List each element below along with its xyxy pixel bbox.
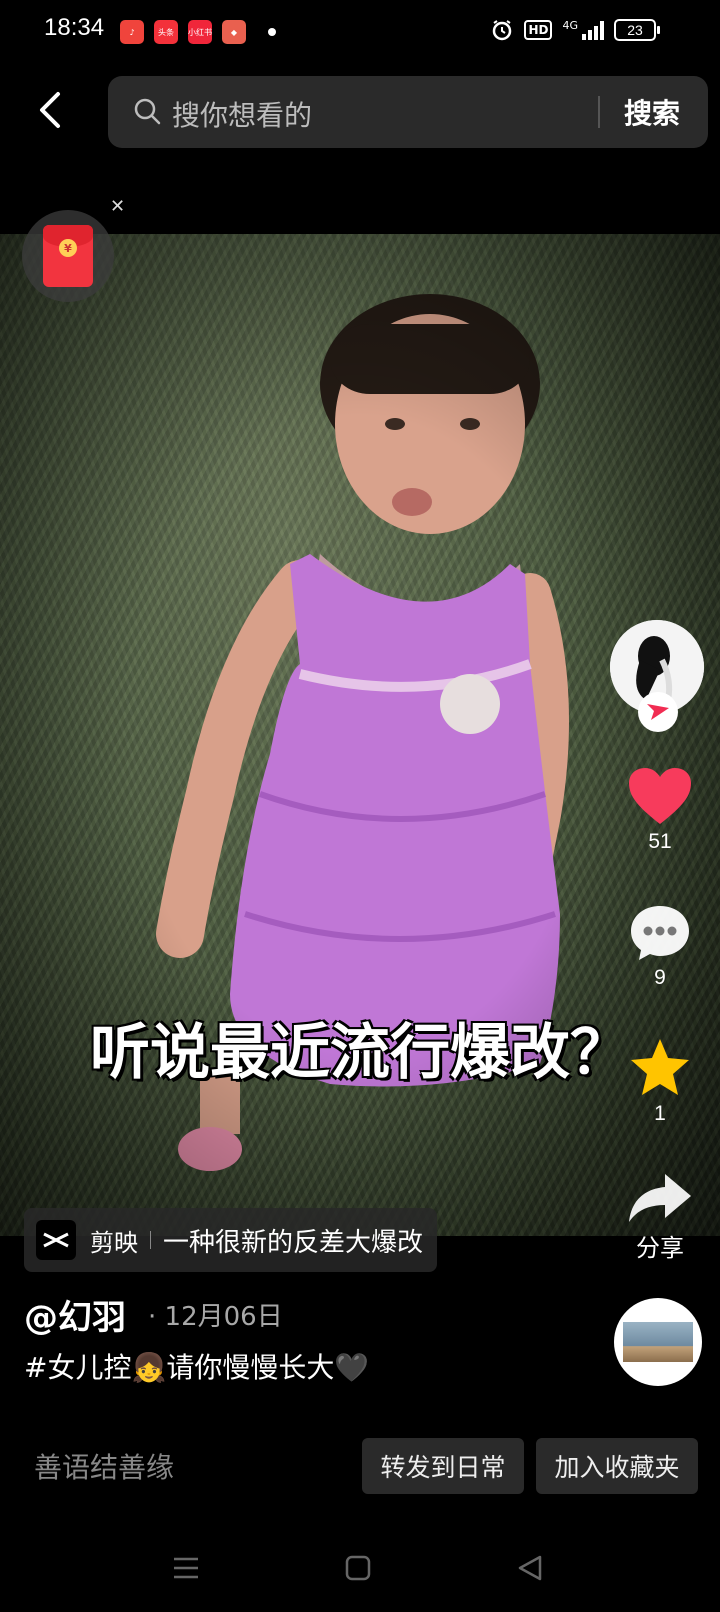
alarm-icon (493, 20, 512, 41)
collect-label: 加入收藏夹 (554, 1453, 680, 1482)
template-tag[interactable]: 剪映 一种很新的反差大爆改 (24, 1208, 438, 1272)
status-bar: 18:34 ♪ 头条 小红书 ◆ HD 4G 23 (0, 0, 720, 64)
comment-input[interactable]: 善语结善缘 (34, 1446, 174, 1486)
repost-label: 转发到日常 (380, 1453, 506, 1482)
share-label: 分享 (636, 1235, 684, 1262)
red-packet-widget[interactable]: ¥ (22, 210, 114, 302)
search-bar[interactable]: 搜你想看的 搜索 (108, 76, 708, 148)
favorite-count: 1 (654, 1102, 666, 1125)
author-name[interactable]: @幻羽 (24, 1290, 126, 1339)
menu-icon[interactable] (172, 1554, 200, 1582)
status-time: 18:34 (44, 14, 105, 41)
comment-button[interactable]: 9 (620, 902, 700, 990)
template-text: 一种很新的反差大爆改 (163, 1227, 424, 1258)
music-disc[interactable] (614, 1298, 702, 1386)
close-icon[interactable]: ✕ (110, 196, 125, 217)
video-caption: 听说最近流行爆改？ (90, 1018, 630, 1088)
battery-icon: 23 (614, 19, 660, 41)
red-envelope-icon: ¥ (43, 225, 93, 287)
search-icon (134, 98, 161, 125)
back-triangle-icon[interactable] (516, 1554, 544, 1582)
hd-badge: HD (524, 20, 553, 40)
like-button[interactable]: 51 (620, 766, 700, 854)
share-button[interactable]: 分享 (620, 1170, 700, 1263)
toutiao-app-icon: 头条 (154, 20, 178, 44)
xiaohongshu-app-icon: 小红书 (188, 20, 212, 44)
search-button[interactable]: 搜索 (624, 92, 680, 132)
template-app-name: 剪映 (90, 1228, 138, 1257)
music-cover-image (623, 1322, 693, 1362)
system-nav-bar (0, 1540, 720, 1600)
like-count: 51 (648, 830, 672, 853)
network-label: 4G (562, 18, 578, 32)
back-arrow-icon (40, 92, 60, 128)
favorite-button[interactable]: 1 (620, 1036, 700, 1126)
back-button[interactable] (30, 88, 70, 132)
comment-bubble-icon (631, 906, 689, 960)
search-input[interactable]: 搜你想看的 (172, 94, 312, 134)
notification-dot-icon (268, 28, 276, 36)
follow-button[interactable] (638, 692, 678, 732)
heart-icon (629, 768, 691, 824)
collect-button[interactable]: 加入收藏夹 (536, 1438, 698, 1494)
battery-level: 23 (627, 22, 643, 38)
share-arrow-icon (629, 1174, 691, 1222)
capcut-logo-icon (36, 1220, 76, 1260)
shortcut-app-icon: ◆ (222, 20, 246, 44)
comment-count: 9 (654, 966, 666, 989)
template-separator (150, 1231, 151, 1249)
post-date: · 12月06日 (148, 1302, 283, 1332)
send-plane-icon (647, 704, 669, 720)
post-description[interactable]: #女儿控👧请你慢慢长大🖤 (24, 1346, 369, 1386)
star-icon (631, 1039, 689, 1095)
music-app-icon: ♪ (120, 20, 144, 44)
search-divider (598, 96, 600, 128)
repost-button[interactable]: 转发到日常 (362, 1438, 524, 1494)
signal-icon (582, 20, 604, 40)
home-icon[interactable] (344, 1554, 372, 1582)
